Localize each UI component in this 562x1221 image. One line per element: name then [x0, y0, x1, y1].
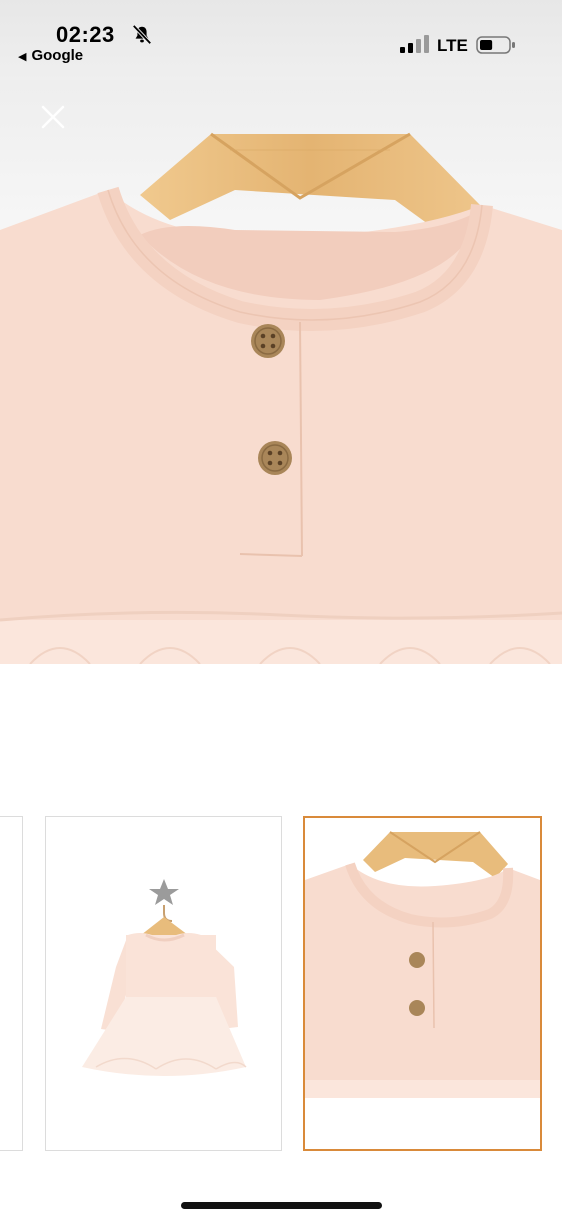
status-time: 02:23 [56, 22, 115, 47]
thumbnail-2[interactable] [45, 816, 282, 1151]
thumbnail-1[interactable] [0, 816, 23, 1151]
battery-icon [476, 36, 515, 54]
dress-collar-closeup-photo [305, 831, 540, 1098]
back-triangle-icon: ◀ [18, 51, 27, 63]
thumbnail-3-selected[interactable] [303, 816, 542, 1151]
back-app-label: Google [31, 47, 84, 64]
cellular-signal-icon [400, 35, 429, 53]
back-to-google-link[interactable]: ◀ Google [18, 47, 83, 64]
close-icon[interactable] [38, 102, 68, 132]
home-indicator[interactable] [181, 1202, 382, 1209]
dress-collar-closeup-photo [0, 132, 562, 664]
network-type: LTE [437, 36, 468, 55]
main-product-image[interactable] [0, 80, 562, 664]
status-bar: 02:23 ◀ Google LTE [0, 0, 562, 80]
dress-on-hanger-photo [82, 879, 247, 1076]
product-photo-1 [0, 817, 22, 1150]
bell-slash-icon [132, 24, 152, 45]
